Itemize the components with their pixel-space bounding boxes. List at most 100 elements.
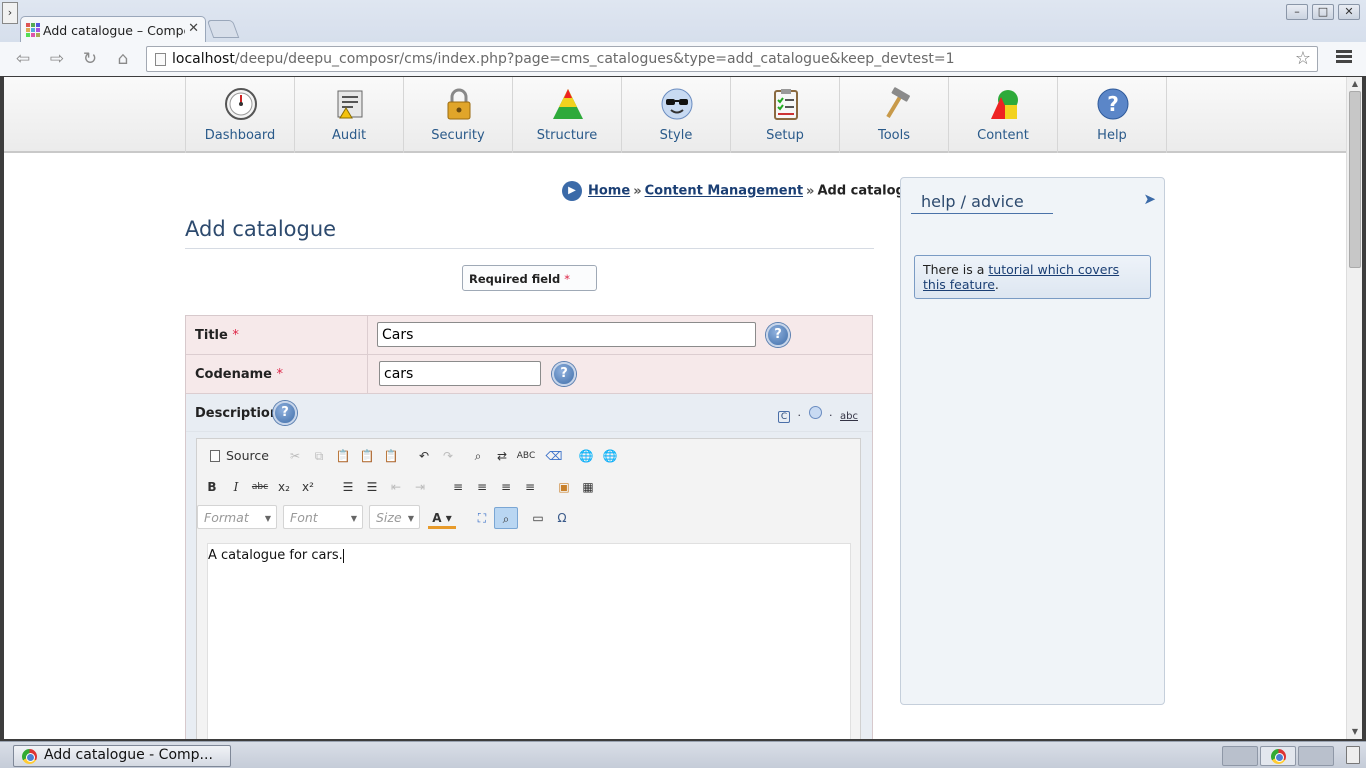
description-label: Description	[195, 406, 280, 421]
menu-item-setup[interactable]: Setup	[731, 77, 840, 153]
breadcrumb-home-link[interactable]: Home	[588, 184, 630, 199]
collapse-panel-arrow-icon[interactable]: ➤	[1143, 190, 1156, 208]
table-icon[interactable]: ▦	[576, 476, 600, 498]
paste-text-icon[interactable]: 📋	[355, 445, 379, 467]
scrollbar-thumb[interactable]	[1349, 91, 1361, 268]
source-button[interactable]: Source	[206, 448, 273, 463]
menu-item-audit[interactable]: Audit	[295, 77, 404, 153]
hammer-icon	[886, 87, 910, 119]
question-mark-icon: ?	[1097, 88, 1129, 120]
workspace-1[interactable]	[1222, 746, 1258, 766]
paste-word-icon[interactable]: 📋	[379, 445, 403, 467]
copy-icon[interactable]: ⧉	[307, 445, 331, 467]
minimize-button[interactable]: –	[1286, 4, 1308, 20]
format-select[interactable]: Format ▼	[197, 505, 277, 529]
justify-icon[interactable]: ≡	[518, 476, 542, 498]
scroll-up-arrow-icon[interactable]: ▲	[1347, 77, 1363, 91]
title-input[interactable]	[377, 322, 756, 347]
trash-icon[interactable]	[1346, 746, 1360, 764]
browser-menu-icon[interactable]	[1336, 50, 1352, 66]
menu-label: Style	[659, 128, 693, 143]
breadcrumb-separator: »	[633, 183, 642, 199]
indent-icon[interactable]: ⇥	[408, 476, 432, 498]
description-tools: C · · abc	[776, 406, 860, 423]
strikethrough-icon[interactable]: abc	[248, 476, 272, 498]
chrome-icon	[22, 749, 37, 764]
maximize-editor-icon[interactable]: ⛶	[470, 507, 494, 529]
breadcrumb-play-icon: ▶	[562, 181, 582, 201]
undo-icon[interactable]: ↶	[412, 445, 436, 467]
align-right-icon[interactable]: ≡	[494, 476, 518, 498]
editor-content-area[interactable]: A catalogue for cars.	[207, 543, 851, 739]
outdent-icon[interactable]: ⇤	[384, 476, 408, 498]
horizontal-rule-icon[interactable]: ▭	[526, 507, 550, 529]
cut-icon[interactable]: ✂	[283, 445, 307, 467]
new-tab-button[interactable]	[206, 20, 240, 38]
workspace-3[interactable]	[1298, 746, 1334, 766]
scroll-down-arrow-icon[interactable]: ▼	[1347, 725, 1363, 739]
paste-icon[interactable]: 📋	[331, 445, 355, 467]
special-char-omega-icon[interactable]: Ω	[550, 507, 574, 529]
superscript-icon[interactable]: x²	[296, 476, 320, 498]
tab-title: Add catalogue – Compo	[43, 23, 185, 38]
subscript-icon[interactable]: x₂	[272, 476, 296, 498]
unlink-icon[interactable]: 🌐	[598, 445, 622, 467]
bold-icon[interactable]: B	[200, 476, 224, 498]
redo-icon[interactable]: ↷	[436, 445, 460, 467]
codename-input[interactable]	[379, 361, 541, 386]
tab-close-icon[interactable]: ✕	[188, 21, 199, 36]
taskbar-window-button[interactable]: Add catalogue - Comp...	[13, 745, 231, 767]
spellcheck-icon[interactable]: abc	[840, 411, 858, 422]
back-arrow-icon[interactable]: ⇦	[12, 50, 34, 70]
remove-format-icon[interactable]: ⌫	[542, 445, 566, 467]
menu-item-style[interactable]: Style	[622, 77, 731, 153]
workspace-2[interactable]	[1260, 746, 1296, 766]
close-window-button[interactable]: ✕	[1338, 4, 1360, 20]
image-icon[interactable]: ▣	[552, 476, 576, 498]
numbered-list-icon[interactable]: ☰	[336, 476, 360, 498]
codename-row: Codename * ?	[186, 355, 872, 394]
replace-icon[interactable]: ⇄	[490, 445, 514, 467]
address-bar[interactable]: localhost/deepu/deepu_composr/cms/index.…	[146, 46, 1318, 72]
codename-label: Codename *	[195, 367, 284, 382]
help-panel-title: help / advice	[911, 192, 1053, 214]
title-help-icon[interactable]: ?	[766, 323, 790, 347]
shapes-icon	[991, 90, 1018, 119]
italic-icon[interactable]: I	[224, 476, 248, 498]
menu-label: Dashboard	[204, 128, 276, 143]
side-panel-toggle[interactable]: ›	[2, 2, 18, 24]
menu-item-dashboard[interactable]: Dashboard	[186, 77, 295, 153]
forward-arrow-icon[interactable]: ⇨	[46, 50, 68, 70]
breadcrumb-content-management-link[interactable]: Content Management	[645, 184, 803, 199]
reload-icon[interactable]: ↻	[79, 50, 101, 70]
comcode-icon[interactable]: C	[778, 411, 791, 423]
menu-item-security[interactable]: Security	[404, 77, 513, 153]
menu-item-structure[interactable]: Structure	[513, 77, 622, 153]
maximize-button[interactable]: □	[1312, 4, 1334, 20]
menu-label: Audit	[331, 128, 367, 143]
bookmark-star-icon[interactable]: ☆	[1295, 48, 1311, 69]
menu-item-tools[interactable]: Tools	[840, 77, 949, 153]
align-center-icon[interactable]: ≡	[470, 476, 494, 498]
browser-tab[interactable]: Add catalogue – Compo ✕	[20, 16, 206, 42]
description-help-icon[interactable]: ?	[273, 401, 297, 425]
editor-group-special: ▭ Ω	[523, 505, 577, 530]
page-scrollbar[interactable]: ▲ ▼	[1346, 77, 1362, 739]
codename-help-icon[interactable]: ?	[552, 362, 576, 386]
show-blocks-icon[interactable]: ⌕	[494, 506, 518, 529]
clipboard-checklist-icon	[774, 89, 798, 120]
find-icon[interactable]: ⌕	[466, 445, 490, 467]
wysiwyg-sunglasses-icon[interactable]	[808, 406, 822, 419]
menu-item-help[interactable]: ? Help	[1058, 77, 1167, 153]
spellcheck-abc-icon[interactable]: ABC	[514, 445, 538, 467]
menu-item-content[interactable]: Content	[949, 77, 1058, 153]
home-icon[interactable]: ⌂	[112, 50, 134, 70]
link-icon[interactable]: 🌐	[574, 445, 598, 467]
align-left-icon[interactable]: ≡	[446, 476, 470, 498]
bulleted-list-icon[interactable]: ☰	[360, 476, 384, 498]
menu-label: Help	[1097, 128, 1127, 143]
font-select[interactable]: Font ▼	[283, 505, 363, 529]
size-select[interactable]: Size ▼	[369, 505, 420, 529]
text-color-icon[interactable]: A ▾	[428, 507, 456, 529]
admin-menu-items: Dashboard Audit Security Structure Style…	[185, 77, 1167, 153]
